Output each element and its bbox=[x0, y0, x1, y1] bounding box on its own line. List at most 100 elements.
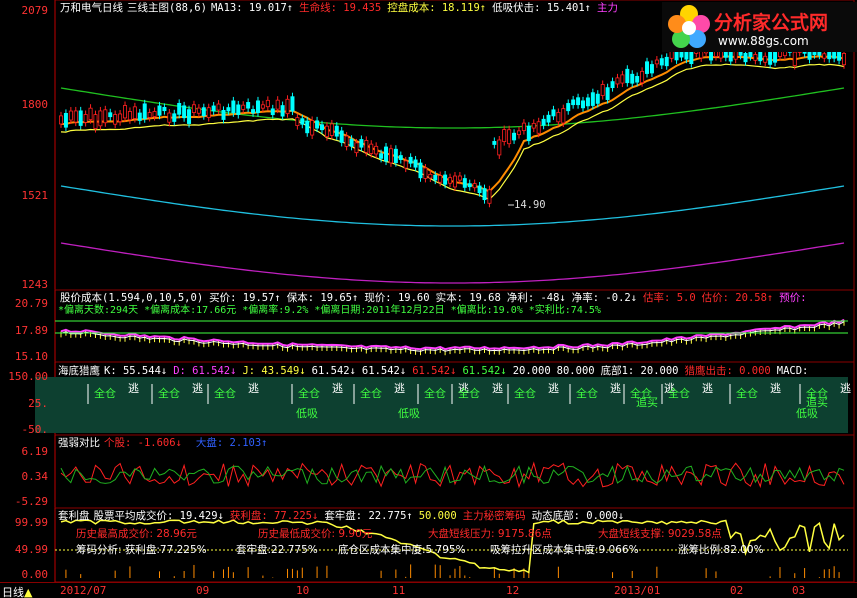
buy-price: 买价: 19.57↑ bbox=[209, 292, 281, 304]
candle-body bbox=[561, 108, 566, 124]
main-y-label-3: 1521 bbox=[21, 189, 49, 202]
candle-body bbox=[531, 122, 536, 129]
candle-body bbox=[526, 125, 531, 142]
candle-body bbox=[507, 129, 512, 145]
eagle-d: D: 61.542↓ bbox=[173, 365, 237, 377]
orange-control-line bbox=[60, 55, 845, 193]
candle-body bbox=[349, 138, 354, 147]
candle-body bbox=[103, 109, 108, 124]
candle-body bbox=[68, 110, 73, 121]
period-tag[interactable]: 日线▲ bbox=[2, 584, 32, 598]
candle-body bbox=[536, 121, 541, 134]
eagle-macd: MACD: bbox=[776, 365, 809, 377]
candle-body bbox=[492, 141, 497, 145]
buy-signal-label: 全仓 bbox=[576, 386, 598, 400]
date-label-3: 10 bbox=[296, 584, 310, 597]
escape-signal-label: 逃 bbox=[332, 382, 343, 395]
time-axis-bar[interactable]: 日线▲ bbox=[0, 582, 857, 598]
buy-signal-label: 全仓 bbox=[668, 386, 690, 400]
candle-body bbox=[403, 160, 408, 169]
candle-body bbox=[792, 51, 797, 66]
arb-main-chip: 主力秘密筹码 bbox=[462, 510, 526, 522]
eagle-panel-header: 海底猎鹰 K: 55.544↓ D: 61.542↓ J: 43.549↓ 61.542… bbox=[58, 365, 814, 378]
escape-signal-label: 逃 bbox=[492, 382, 503, 395]
predict-price: 预价: bbox=[779, 292, 807, 304]
arb-title[interactable]: 套利盘 bbox=[58, 510, 90, 522]
candle-body bbox=[123, 105, 128, 119]
arb-hist-low: 历史最低成交价: 9.90元 bbox=[258, 528, 373, 540]
eagle-title[interactable]: 海底猎鹰 bbox=[58, 365, 100, 377]
candle-body bbox=[625, 68, 630, 84]
arb-market-press: 大盘短线压力: 9175.86点 bbox=[428, 528, 552, 540]
candle-body bbox=[147, 112, 152, 118]
candle-body bbox=[152, 111, 157, 117]
candle-body bbox=[822, 53, 827, 59]
chase-signal-label: 追买 bbox=[636, 395, 658, 409]
control-cost-value: 控盘成本: 18.119↑ bbox=[387, 2, 487, 14]
candle-body bbox=[413, 159, 418, 168]
candle-body bbox=[669, 51, 674, 59]
eagle-exit: 猎鹰出击: 0.000 bbox=[684, 365, 771, 377]
candle-body bbox=[674, 50, 679, 61]
yellow-ma-line bbox=[60, 63, 845, 201]
period-label[interactable]: 日线 bbox=[102, 2, 123, 14]
candle-body bbox=[768, 49, 773, 65]
candle-body bbox=[842, 52, 847, 66]
arb-panel-header: 套利盘 股票平均成交价: 19.429↓ 获利盘: 77.225↓ 套牢盘: 22.7… bbox=[58, 510, 630, 523]
candle-body bbox=[635, 76, 640, 83]
candle-body bbox=[556, 112, 561, 123]
arb-chip-concentration: 底仓区成本集中度:5.795% bbox=[338, 544, 466, 556]
candle-body bbox=[280, 105, 285, 117]
candle-body bbox=[315, 120, 320, 129]
eagle-y-label-2: 25. bbox=[28, 397, 48, 410]
candle-body bbox=[467, 183, 472, 188]
cost-title[interactable]: 股价成本 bbox=[60, 292, 102, 304]
candle-body bbox=[428, 173, 433, 179]
life-line-value: 生命线: 19.435 bbox=[299, 2, 382, 14]
candle-body bbox=[581, 100, 586, 109]
indicator-name[interactable]: 三线主图 bbox=[127, 2, 169, 14]
candle-body bbox=[605, 87, 610, 100]
low-buy-signal-label: 低吸 bbox=[398, 407, 420, 420]
candle-body bbox=[595, 93, 600, 104]
candle-body bbox=[482, 188, 487, 201]
candle-body bbox=[546, 114, 551, 123]
deviation-cost: *偏离成本:17.66元 bbox=[144, 305, 237, 316]
deviation-date: *偏离日期:2011年12月22日 bbox=[314, 305, 445, 316]
candle-body bbox=[157, 105, 162, 116]
candle-body bbox=[689, 51, 694, 65]
candle-body bbox=[354, 142, 359, 154]
main-panel-header: 万和电气日线 三线主图(88,6) MA13: 19.017↑ 生命线: 19.435… bbox=[60, 2, 624, 15]
candle-body bbox=[448, 177, 453, 184]
arb-fifty: 50.000 bbox=[418, 510, 457, 522]
deviation-rate: *偏离率:9.2% bbox=[242, 305, 309, 316]
candle-body bbox=[418, 162, 423, 179]
real-price: 实本: 19.68 bbox=[435, 292, 501, 304]
site-logo[interactable]: 分析家公式网 www.88gs.com bbox=[662, 2, 857, 52]
eagle-j: J: 43.549↓ bbox=[242, 365, 306, 377]
stock-title[interactable]: 万和电气 bbox=[60, 2, 102, 14]
candle-body bbox=[113, 114, 118, 125]
eagle-k: K: 55.544↓ bbox=[104, 365, 168, 377]
arb-chip-ratio: 涨筹比例:82.00% bbox=[678, 544, 764, 556]
date-label-4: 11 bbox=[392, 584, 406, 597]
candle-body bbox=[457, 175, 462, 181]
strength-stock: 个股: -1.606↓ bbox=[104, 437, 182, 449]
arb-y-label-2: 49.99 bbox=[14, 543, 48, 556]
strength-title[interactable]: 强弱对比 bbox=[58, 437, 100, 449]
candle-body bbox=[630, 73, 635, 84]
candle-body bbox=[73, 110, 78, 123]
arb-chip-analysis: 筹码分析: 获利盘:77.225% bbox=[76, 544, 207, 556]
candle-body bbox=[196, 107, 201, 114]
candle-body bbox=[585, 97, 590, 107]
buy-signal-label: 全仓 bbox=[158, 386, 180, 400]
candle-body bbox=[265, 99, 270, 108]
candle-body bbox=[384, 146, 389, 162]
low-buy-signal-label: 低吸 bbox=[296, 407, 318, 420]
candle-body bbox=[172, 113, 177, 122]
candle-body bbox=[295, 117, 300, 126]
buy-signal-label: 全仓 bbox=[94, 386, 116, 400]
candle-body bbox=[270, 108, 275, 116]
candle-body bbox=[83, 114, 88, 123]
candle-body bbox=[664, 56, 669, 67]
